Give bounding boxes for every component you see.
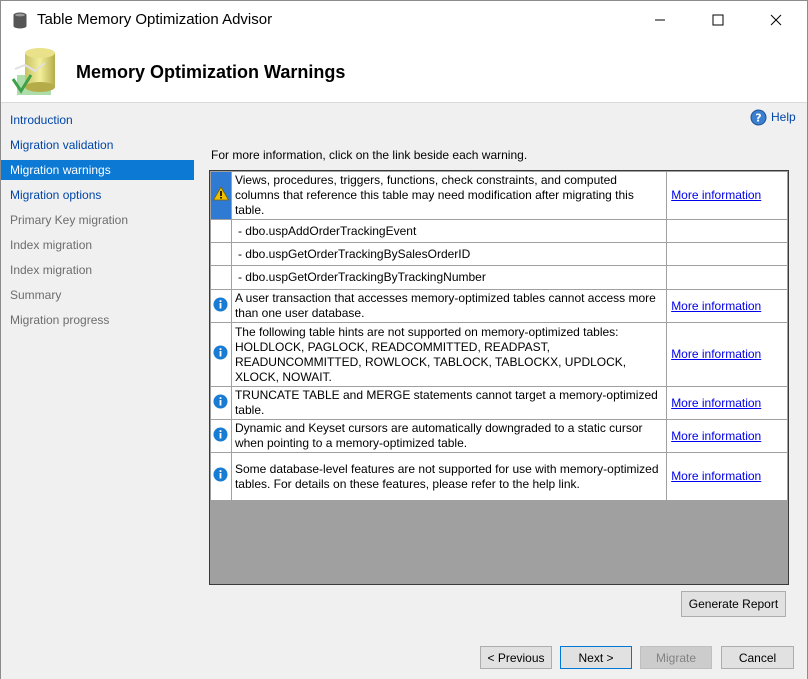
table-row: Some database-level features are not sup… — [210, 452, 788, 501]
object-reference: - dbo.uspAddOrderTrackingEvent — [230, 219, 668, 243]
close-icon — [770, 14, 782, 26]
more-info-cell: More information — [666, 322, 788, 387]
nav-item-migration-options[interactable]: Migration options — [1, 185, 194, 205]
table-row: - dbo.uspAddOrderTrackingEvent — [210, 219, 788, 243]
nav-item-index-migration-2: Index migration — [10, 263, 93, 277]
next-button[interactable]: Next > — [560, 646, 632, 669]
close-button[interactable] — [753, 1, 799, 39]
warning-message: Some database-level features are not sup… — [230, 452, 668, 501]
more-info-cell: More information — [666, 419, 788, 453]
row-icon-cell — [210, 242, 232, 266]
help-icon: ? — [750, 109, 767, 125]
info-icon — [213, 297, 228, 311]
more-info-cell: More information — [666, 289, 788, 323]
info-icon — [213, 394, 228, 408]
nav-item-migration-warnings[interactable]: Migration warnings — [1, 160, 194, 180]
row-icon-cell — [210, 386, 232, 420]
maximize-icon — [712, 14, 724, 26]
row-icon-cell — [210, 322, 232, 387]
warning-message: The following table hints are not suppor… — [230, 322, 668, 387]
previous-button[interactable]: < Previous — [480, 646, 552, 669]
table-row: - dbo.uspGetOrderTrackingBySalesOrderID — [210, 242, 788, 266]
help-link[interactable]: ? Help — [750, 108, 796, 126]
info-icon — [213, 345, 228, 360]
table-row: TRUNCATE TABLE and MERGE statements cann… — [210, 386, 788, 420]
more-info-cell: More information — [666, 171, 788, 220]
row-icon-cell — [210, 419, 232, 453]
more-information-link[interactable]: More information — [671, 299, 761, 313]
nav-item-primary-key-migration: Primary Key migration — [10, 213, 129, 227]
maximize-button[interactable] — [695, 1, 741, 39]
title-bar: Table Memory Optimization Advisor — [1, 1, 807, 39]
wizard-nav: Introduction Migration validation Migrat… — [1, 103, 194, 679]
warning-message: TRUNCATE TABLE and MERGE statements cann… — [230, 386, 668, 420]
more-info-cell: More information — [666, 386, 788, 420]
cancel-button[interactable]: Cancel — [721, 646, 794, 669]
help-label: Help — [771, 110, 796, 124]
nav-item-index-migration: Index migration — [10, 238, 93, 252]
more-information-link[interactable]: More information — [671, 188, 761, 202]
migrate-button: Migrate — [640, 646, 712, 669]
object-reference: - dbo.uspGetOrderTrackingByTrackingNumbe… — [230, 265, 668, 290]
more-information-link[interactable]: More information — [671, 396, 761, 410]
page-title: Memory Optimization Warnings — [76, 62, 346, 82]
row-icon-cell — [210, 219, 232, 243]
nav-item-introduction[interactable]: Introduction — [1, 110, 194, 130]
nav-item-migration-progress: Migration progress — [10, 313, 110, 327]
svg-text:?: ? — [755, 111, 761, 124]
row-icon-cell — [210, 289, 232, 323]
generate-report-button[interactable]: Generate Report — [681, 591, 786, 617]
window-title: Table Memory Optimization Advisor — [37, 11, 273, 28]
table-row: Views, procedures, triggers, functions, … — [210, 171, 788, 220]
page-header: Memory Optimization Warnings — [1, 39, 807, 102]
database-icon — [13, 12, 27, 29]
advisor-graphic-icon — [11, 48, 55, 95]
row-icon-cell — [210, 265, 232, 290]
nav-item-summary: Summary — [10, 288, 62, 302]
row-icon-cell — [210, 171, 232, 220]
nav-item-migration-validation[interactable]: Migration validation — [1, 135, 194, 155]
more-information-link[interactable]: More information — [671, 429, 761, 443]
more-information-link[interactable]: More information — [671, 469, 761, 483]
instructions-text: For more information, click on the link … — [211, 148, 528, 162]
object-reference: - dbo.uspGetOrderTrackingBySalesOrderID — [230, 242, 668, 266]
table-row: Dynamic and Keyset cursors are automatic… — [210, 419, 788, 453]
warnings-table: Views, procedures, triggers, functions, … — [210, 171, 788, 501]
more-info-cell — [666, 242, 788, 266]
warning-message: A user transaction that accesses memory-… — [230, 289, 668, 323]
main-panel: ? Help For more information, click on th… — [194, 103, 807, 679]
more-info-cell — [666, 219, 788, 243]
warnings-grid: Views, procedures, triggers, functions, … — [209, 170, 789, 585]
warning-message: Dynamic and Keyset cursors are automatic… — [230, 419, 668, 453]
more-info-cell — [666, 265, 788, 290]
row-icon-cell — [210, 452, 232, 501]
info-icon — [213, 427, 228, 441]
table-row: - dbo.uspGetOrderTrackingByTrackingNumbe… — [210, 265, 788, 290]
more-information-link[interactable]: More information — [671, 347, 761, 361]
warning-message: Views, procedures, triggers, functions, … — [230, 171, 668, 220]
more-info-cell: More information — [666, 452, 788, 501]
table-row: A user transaction that accesses memory-… — [210, 289, 788, 323]
warning-icon — [212, 186, 230, 201]
minimize-button[interactable] — [637, 1, 683, 39]
info-icon — [213, 467, 228, 482]
advisor-window: Table Memory Optimization Advisor Memory… — [0, 0, 808, 679]
minimize-icon — [655, 19, 665, 21]
table-row: The following table hints are not suppor… — [210, 322, 788, 387]
